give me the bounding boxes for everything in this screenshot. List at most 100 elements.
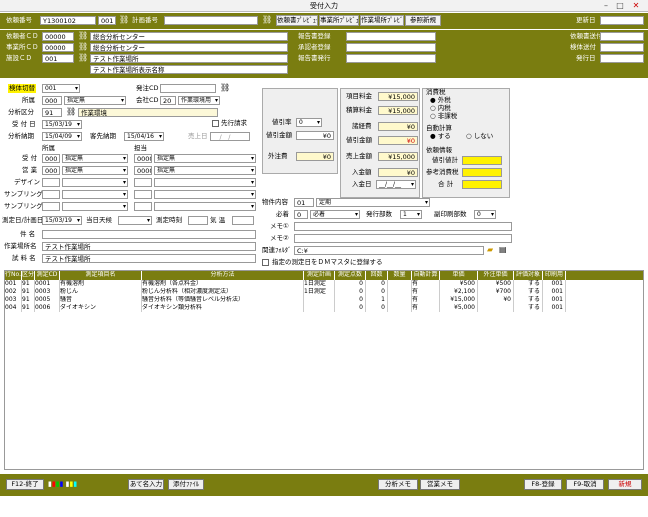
shozoku-code-field[interactable]: 000 bbox=[42, 96, 62, 105]
minimize-icon[interactable]: – bbox=[600, 0, 612, 12]
column-header[interactable]: 自動計算 bbox=[412, 271, 440, 280]
column-header[interactable]: 外注単価 bbox=[478, 271, 514, 280]
hitsuyo-code[interactable]: 0 bbox=[294, 210, 308, 219]
column-header[interactable]: 区分 bbox=[22, 271, 35, 280]
sampling2-code[interactable] bbox=[42, 202, 60, 211]
fuku-busu-select[interactable]: 0 bbox=[474, 210, 496, 219]
gaichu-field[interactable]: ¥0 bbox=[296, 152, 334, 161]
design-select[interactable] bbox=[62, 178, 128, 187]
jido-suru-radio[interactable]: ● する bbox=[430, 132, 451, 141]
nyukin-bi-date[interactable]: __/__/__ bbox=[376, 180, 416, 189]
sampling2-tantou-code[interactable] bbox=[134, 202, 152, 211]
binoculars-icon[interactable]: ⛓ bbox=[262, 15, 272, 24]
f8-register-button[interactable]: F8-登録 bbox=[524, 479, 562, 490]
binoculars-icon[interactable]: ⛓ bbox=[119, 15, 129, 24]
ken-field[interactable] bbox=[42, 230, 256, 239]
column-header[interactable]: 単価 bbox=[440, 271, 478, 280]
table-row[interactable]: 002 91 0003 粉じん 粉じん分析料（相対濃度測定法） 1日測定 0 0 有 ¥2,100… bbox=[5, 288, 643, 296]
binoculars-icon[interactable]: ⛓ bbox=[78, 42, 88, 51]
nebiki-select[interactable]: 0 bbox=[296, 118, 322, 127]
table-row[interactable]: 004 91 0006 ダイオキシン ダイオキシン類分析料 0 0 有 ¥5,000 する 001 bbox=[5, 304, 643, 312]
uketsuke-date[interactable]: 15/03/19 bbox=[42, 120, 82, 129]
atena-button[interactable]: あて名入力 bbox=[128, 479, 164, 490]
ei-tantou-code[interactable]: 0000 bbox=[134, 166, 152, 175]
ei-tantou-select[interactable]: 指定無 bbox=[154, 166, 256, 175]
sampling1-tantou-code[interactable] bbox=[134, 190, 152, 199]
f9-cancel-button[interactable]: F9-取消 bbox=[566, 479, 604, 490]
sagyo-preview-button[interactable]: 作業場所ﾌﾟﾚﾋﾞｭｰ bbox=[360, 15, 404, 26]
column-header[interactable]: 行No. bbox=[5, 271, 22, 280]
jigyo-cd-field[interactable]: 00000 bbox=[42, 43, 74, 52]
table-row[interactable]: 003 91 0005 騒音 騒音分析料（等価騒音レベル分析法） 0 1 有 ¥15,000 ¥0… bbox=[5, 296, 643, 304]
nyukin-field[interactable]: ¥0 bbox=[378, 168, 418, 177]
bunseki-code-field[interactable]: 91 bbox=[42, 108, 62, 117]
nebiki-kin-field[interactable]: ¥0 bbox=[296, 131, 334, 140]
sansho-new-button[interactable]: 参照新規 bbox=[405, 15, 441, 26]
sampling2-select[interactable] bbox=[62, 202, 128, 211]
bukken-code[interactable]: 01 bbox=[294, 198, 314, 207]
touji-select[interactable] bbox=[118, 216, 152, 225]
binoculars-icon[interactable]: ⛓ bbox=[78, 31, 88, 40]
irai-cd-field[interactable]: 00000 bbox=[42, 32, 74, 41]
bunseki-memo-button[interactable]: 分析メモ bbox=[378, 479, 418, 490]
memo1-field[interactable] bbox=[294, 222, 512, 231]
uke-tantou-select[interactable]: 指定無 bbox=[154, 154, 256, 163]
new-button[interactable]: 新規 bbox=[608, 479, 642, 490]
folder-icon[interactable]: ▰ bbox=[487, 245, 493, 254]
shiryo-field[interactable]: テスト作業場所 bbox=[42, 254, 256, 263]
ei-shozoku-code[interactable]: 000 bbox=[42, 166, 60, 175]
column-header[interactable]: 回数 bbox=[366, 271, 388, 280]
column-header[interactable]: 評価対象 bbox=[514, 271, 543, 280]
design-tantou-select[interactable] bbox=[154, 178, 256, 187]
kaisha-code-field[interactable]: 20 bbox=[160, 96, 176, 105]
binoculars-icon[interactable]: ⛓ bbox=[78, 53, 88, 62]
column-header[interactable]: 測定項目名 bbox=[60, 271, 142, 280]
column-header[interactable]: 測定CD bbox=[35, 271, 60, 280]
binoculars-icon[interactable]: ⛓ bbox=[220, 83, 230, 92]
sagyo-field[interactable]: テスト作業場所 bbox=[42, 242, 256, 251]
sokutei-date[interactable]: 15/03/19 bbox=[42, 216, 82, 225]
irai-no-field[interactable]: Y1300102 bbox=[40, 16, 96, 25]
ei-shozoku-select[interactable]: 指定無 bbox=[62, 166, 128, 175]
column-header[interactable]: 数量 bbox=[388, 271, 412, 280]
uke-shozoku-code[interactable]: 000 bbox=[42, 154, 60, 163]
maximize-icon[interactable]: □ bbox=[614, 0, 626, 12]
kion-field[interactable] bbox=[232, 216, 254, 225]
tax-option-hikazei[interactable]: ○ 非課税 bbox=[430, 112, 457, 121]
uke-tantou-code[interactable]: 0000 bbox=[134, 154, 152, 163]
hacchu-field[interactable] bbox=[160, 84, 216, 93]
column-header[interactable]: 分析方法 bbox=[142, 271, 304, 280]
tenpu-button[interactable]: 添付ﾌｧｲﾙ bbox=[168, 479, 204, 490]
column-header[interactable]: 測定点数 bbox=[335, 271, 366, 280]
sampling1-tantou-select[interactable] bbox=[154, 190, 256, 199]
uke-shozoku-select[interactable]: 指定無 bbox=[62, 154, 128, 163]
jigyo-preview-button[interactable]: 事業所ﾌﾟﾚﾋﾞｭｰ bbox=[319, 15, 359, 26]
shisetsu-cd-field[interactable]: 001 bbox=[42, 54, 74, 63]
memo2-field[interactable] bbox=[294, 234, 512, 243]
sakidori-checkbox[interactable] bbox=[212, 120, 219, 127]
dm-register-checkbox[interactable] bbox=[262, 259, 269, 266]
shozoku-select[interactable]: 指定無 bbox=[64, 96, 126, 105]
kentai-select[interactable]: 001 bbox=[42, 84, 80, 93]
kaisha-select[interactable]: 作業環境用 bbox=[178, 96, 220, 105]
irai-sub-field[interactable]: 001 bbox=[98, 16, 116, 25]
document-icon[interactable]: ▤ bbox=[499, 245, 507, 254]
noki-date[interactable]: 15/04/09 bbox=[42, 132, 82, 141]
hitsuyo-select[interactable]: 必着 bbox=[310, 210, 360, 219]
sokutei-time-field[interactable] bbox=[188, 216, 208, 225]
column-header[interactable]: 測定計画 bbox=[304, 271, 335, 280]
bukken-select[interactable]: 定期 bbox=[316, 198, 430, 207]
kyaku-date[interactable]: 15/04/16 bbox=[124, 132, 164, 141]
binoculars-icon[interactable]: ⛓ bbox=[66, 107, 76, 116]
column-header[interactable]: 印刷用 bbox=[543, 271, 566, 280]
close-icon[interactable]: ✕ bbox=[630, 0, 642, 12]
table-row[interactable]: 001 91 0001 有機溶剤 有機溶剤（各点料金） 1日測定 0 0 有 ¥500 ¥500 する… bbox=[5, 280, 643, 288]
design-code[interactable] bbox=[42, 178, 60, 187]
jido-shinai-radio[interactable]: ○ しない bbox=[466, 132, 493, 141]
keikaku-field[interactable] bbox=[164, 16, 258, 25]
kanren-field[interactable]: C:¥ bbox=[294, 246, 484, 255]
design-tantou-code[interactable] bbox=[134, 178, 152, 187]
sampling1-select[interactable] bbox=[62, 190, 128, 199]
eigyo-memo-button[interactable]: 営業メモ bbox=[420, 479, 460, 490]
irai-preview-button[interactable]: 依頼書ﾌﾟﾚﾋﾞｭｰ bbox=[276, 15, 318, 26]
